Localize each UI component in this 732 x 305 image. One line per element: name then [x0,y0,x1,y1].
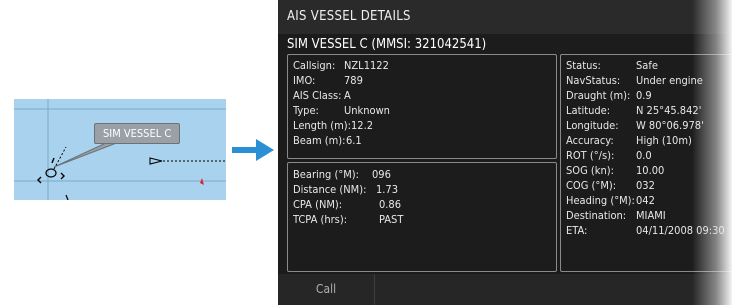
vessel-target-icon[interactable] [37,146,69,200]
dialog-title: AIS VESSEL DETAILS [287,9,411,24]
call-button[interactable]: Call [278,274,375,305]
identity-label: Type: [293,104,319,117]
status-label: Accuracy: [566,134,614,147]
status-label: Status: [566,59,601,72]
identity-label: AIS Class: [293,89,342,102]
ais-target-icon[interactable] [149,157,226,165]
status-label: Draught (m): [566,89,631,102]
identity-value: 789 [344,74,363,87]
status-value: Safe [636,59,658,72]
identity-label: Length (m): [293,119,351,132]
status-label: Heading (°M): [566,194,635,207]
navigation-value: 0.86 [379,198,402,211]
navigation-label: CPA (NM): [293,198,343,211]
status-value: 042 [636,194,655,207]
ais-vessel-details-dialog: AIS VESSEL DETAILS SIM VESSEL C (MMSI: 3… [278,0,732,305]
identity-value: NZL1122 [344,59,389,72]
navigation-label: Bearing (°M): [293,168,360,181]
identity-label: Callsign: [293,59,336,72]
navigation-value: 1.73 [376,183,399,196]
vessel-header: SIM VESSEL C (MMSI: 321042541) [287,37,487,52]
status-value: 032 [636,179,655,192]
status-value: MIAMI [636,209,666,222]
status-label: ETA: [566,224,588,237]
status-label: COG (°M): [566,179,617,192]
status-label: Destination: [566,209,627,222]
status-value: 0.0 [636,149,652,162]
identity-value: 12.2 [351,119,374,132]
status-value: High (10m) [636,134,692,147]
dialog-titlebar: AIS VESSEL DETAILS [278,0,732,34]
navigation-value: 096 [372,168,391,181]
chart-thumbnail: SIM VESSEL C [14,99,226,200]
status-label: Latitude: [566,104,611,117]
identity-value: Unknown [344,104,390,117]
status-label: NavStatus: [566,74,621,87]
edge-fade [692,0,732,305]
chart-graphics [14,99,226,200]
navigation-value: PAST [379,213,404,226]
status-label: Longitude: [566,119,619,132]
arrow-right-icon [232,139,274,161]
identity-label: IMO: [293,74,316,87]
status-value: 10.00 [636,164,665,177]
navigation-label: TCPA (hrs): [293,213,348,226]
identity-label: Beam (m): [293,134,346,147]
status-label: ROT (°/s): [566,149,615,162]
status-label: SOG (kn): [566,164,614,177]
status-value: 0.9 [636,89,652,102]
identity-value: A [344,89,351,102]
identity-value: 6.1 [346,134,362,147]
vessel-callout-label[interactable]: SIM VESSEL C [94,123,181,144]
navigation-label: Distance (NM): [293,183,367,196]
